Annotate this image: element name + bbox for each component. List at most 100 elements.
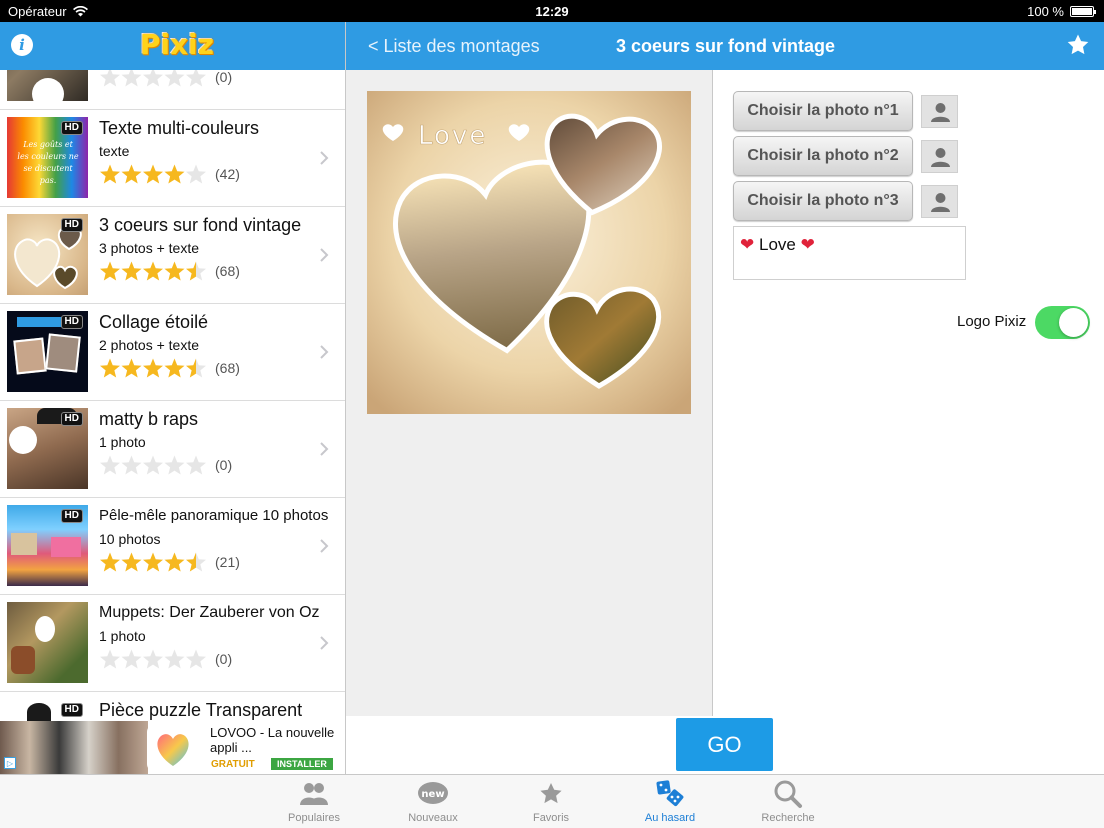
rating-star <box>121 261 142 281</box>
list-item-subtitle: 10 photos <box>99 531 161 547</box>
list-item[interactable]: HD 3 coeurs sur fond vintage 3 photos + … <box>0 207 345 304</box>
rating-star <box>164 164 185 184</box>
rating-star <box>186 455 206 475</box>
rating-count: (68) <box>215 360 240 376</box>
ad-install-button[interactable]: INSTALLER <box>271 758 333 770</box>
people-icon <box>300 783 328 805</box>
rating-star <box>164 261 185 281</box>
ad-choices-icon[interactable]: ▷ <box>4 757 16 769</box>
rating-star <box>143 70 163 87</box>
detail-navbar: < Liste des montages 3 coeurs sur fond v… <box>346 22 1104 70</box>
thumbnail: HD <box>7 505 88 586</box>
choose-photo-1-button[interactable]: Choisir la photo n°1 <box>733 91 913 131</box>
thumbnail <box>7 70 88 101</box>
sidebar-header: i Pixiz <box>0 22 345 70</box>
ad-title: LOVOO - La nouvelle appli ... <box>210 725 335 755</box>
chevron-right-icon <box>320 248 329 262</box>
info-icon[interactable]: i <box>11 34 33 56</box>
rating-star <box>100 70 120 87</box>
logo-pixiz-toggle[interactable] <box>1035 306 1090 339</box>
rating-star <box>100 455 120 475</box>
rating-stars <box>100 455 206 475</box>
list-item-subtitle: 3 photos + texte <box>99 240 200 256</box>
person-icon <box>931 148 950 167</box>
page-title: 3 coeurs sur fond vintage <box>616 36 836 56</box>
list-item-title: Texte multi-couleurs <box>99 118 260 138</box>
rating-star <box>143 261 163 281</box>
magnifier-icon <box>774 780 802 808</box>
rating-star <box>100 164 120 184</box>
chevron-right-icon <box>320 539 329 553</box>
new-badge-icon: new <box>418 782 448 804</box>
list-item-subtitle: 1 photo <box>99 434 146 450</box>
thumbnail: HD <box>7 214 88 295</box>
tab-label: Populaires <box>288 812 340 824</box>
montage-text-field[interactable]: ❤ Love ❤ <box>733 226 966 280</box>
photo-3-placeholder[interactable] <box>921 185 958 218</box>
hd-badge: HD <box>60 218 83 232</box>
list-item[interactable]: HD Pièce puzzle Transparent <box>0 692 345 721</box>
list-item[interactable]: HD Collage étoilé 2 photos + texte (68) <box>0 304 345 401</box>
rating-count: (0) <box>215 70 233 85</box>
rating-star <box>164 552 185 572</box>
tab-recherche[interactable]: Recherche <box>738 775 838 828</box>
back-button[interactable]: < Liste des montages <box>368 36 540 57</box>
thumbnail: HD <box>7 699 88 721</box>
rating-star <box>100 649 120 669</box>
rating-star <box>100 552 120 572</box>
list-item[interactable]: HD Pêle-mêle panoramique 10 photos 10 ph… <box>0 498 345 595</box>
list-item[interactable]: Les goûts et les couleurs ne se discuten… <box>0 110 345 207</box>
choose-photo-3-button[interactable]: Choisir la photo n°3 <box>733 181 913 221</box>
tab-nouveaux[interactable]: new Nouveaux <box>383 775 483 828</box>
rating-star <box>164 358 185 378</box>
list-item[interactable]: Muppets: Der Zauberer von Oz 1 photo (0) <box>0 595 345 692</box>
tab-bar: Populaires new Nouveaux Favoris Au hasar… <box>0 774 1104 828</box>
montage-list[interactable]: (0) Les goûts et les couleurs ne se disc… <box>0 70 345 721</box>
choose-photo-2-button[interactable]: Choisir la photo n°2 <box>733 136 913 176</box>
list-item[interactable]: (0) <box>0 70 345 110</box>
chevron-right-icon <box>320 636 329 650</box>
logo-toggle-label: Logo Pixiz <box>957 313 1027 330</box>
thumbnail: HD <box>7 311 88 392</box>
list-item-subtitle: texte <box>99 143 130 159</box>
rating-count: (42) <box>215 166 240 182</box>
rating-star <box>186 552 206 572</box>
list-item-title: Collage étoilé <box>99 312 209 332</box>
tab-favoris[interactable]: Favoris <box>501 775 601 828</box>
clock: 12:29 <box>535 4 569 19</box>
favorite-star-icon[interactable] <box>1066 33 1090 57</box>
list-item-title: Pêle-mêle panoramique 10 photos <box>99 507 329 524</box>
list-item[interactable]: HD matty b raps 1 photo (0) <box>0 401 345 498</box>
person-icon <box>931 103 950 122</box>
montage-love-text: Love <box>418 121 487 151</box>
battery-icon <box>1070 6 1096 17</box>
rating-stars <box>100 649 206 669</box>
chevron-right-icon <box>320 442 329 456</box>
rating-star <box>164 70 185 87</box>
rating-star <box>186 261 206 281</box>
photo-1-placeholder[interactable] <box>921 95 958 128</box>
heart-emoji-icon: ❤ <box>800 235 815 254</box>
ad-banner[interactable]: ▷ LOVOO - La nouvelle appli ... GRATUIT … <box>0 721 345 774</box>
tab-au-hasard[interactable]: Au hasard <box>620 775 720 828</box>
svg-text:new: new <box>421 789 444 800</box>
rating-count: (0) <box>215 457 233 473</box>
rating-stars <box>100 164 206 184</box>
rating-count: (68) <box>215 263 240 279</box>
list-item-title: Muppets: Der Zauberer von Oz <box>99 604 320 621</box>
chevron-right-icon <box>320 345 329 359</box>
photo-2-placeholder[interactable] <box>921 140 958 173</box>
hd-badge: HD <box>60 509 83 523</box>
tab-populaires[interactable]: Populaires <box>264 775 364 828</box>
rating-star <box>143 358 163 378</box>
list-item-title: 3 coeurs sur fond vintage <box>99 215 302 235</box>
rating-stars <box>100 358 206 378</box>
rating-stars <box>100 552 206 572</box>
montage-preview: Love <box>367 91 691 414</box>
hd-badge: HD <box>60 412 83 426</box>
rating-star <box>164 455 185 475</box>
montage-text-value: Love <box>758 235 796 254</box>
rating-star <box>143 455 163 475</box>
go-button[interactable]: GO <box>676 718 773 771</box>
rating-star <box>186 649 206 669</box>
